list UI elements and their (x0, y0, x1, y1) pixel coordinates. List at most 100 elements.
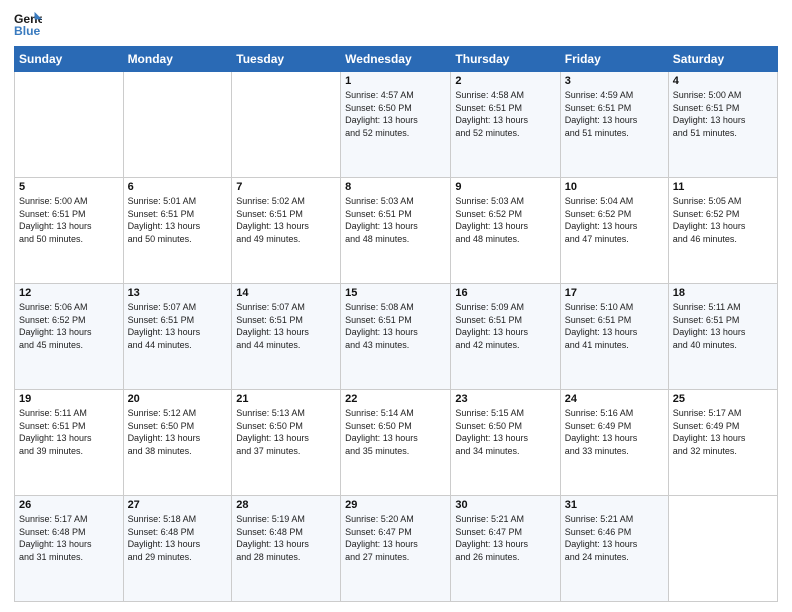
day-cell (668, 496, 777, 602)
day-info: Sunrise: 5:15 AM Sunset: 6:50 PM Dayligh… (455, 407, 555, 457)
day-info: Sunrise: 5:14 AM Sunset: 6:50 PM Dayligh… (345, 407, 446, 457)
day-cell: 27 Sunrise: 5:18 AM Sunset: 6:48 PM Dayli… (123, 496, 232, 602)
day-info: Sunrise: 5:17 AM Sunset: 6:49 PM Dayligh… (673, 407, 773, 457)
day-info: Sunrise: 5:06 AM Sunset: 6:52 PM Dayligh… (19, 301, 119, 351)
day-info: Sunrise: 4:59 AM Sunset: 6:51 PM Dayligh… (565, 89, 664, 139)
weekday-header-thursday: Thursday (451, 47, 560, 72)
weekday-header-saturday: Saturday (668, 47, 777, 72)
day-info: Sunrise: 5:16 AM Sunset: 6:49 PM Dayligh… (565, 407, 664, 457)
day-number: 26 (19, 499, 119, 511)
day-number: 15 (345, 287, 446, 299)
weekday-header-friday: Friday (560, 47, 668, 72)
logo-icon: General Blue (14, 10, 42, 38)
day-cell: 11 Sunrise: 5:05 AM Sunset: 6:52 PM Dayli… (668, 178, 777, 284)
day-info: Sunrise: 5:05 AM Sunset: 6:52 PM Dayligh… (673, 195, 773, 245)
day-info: Sunrise: 4:58 AM Sunset: 6:51 PM Dayligh… (455, 89, 555, 139)
day-cell: 31Sunrise: 5:21 AM Sunset: 6:46 PM Dayli… (560, 496, 668, 602)
day-info: Sunrise: 5:21 AM Sunset: 6:47 PM Dayligh… (455, 513, 555, 563)
day-number: 18 (673, 287, 773, 299)
day-cell: 5Sunrise: 5:00 AM Sunset: 6:51 PM Daylig… (15, 178, 124, 284)
day-number: 21 (236, 393, 336, 405)
day-cell: 4 Sunrise: 5:00 AM Sunset: 6:51 PM Daylig… (668, 72, 777, 178)
weekday-header-monday: Monday (123, 47, 232, 72)
day-cell (232, 72, 341, 178)
day-cell: 17 Sunrise: 5:10 AM Sunset: 6:51 PM Dayli… (560, 284, 668, 390)
day-cell: 24 Sunrise: 5:16 AM Sunset: 6:49 PM Dayli… (560, 390, 668, 496)
day-number: 25 (673, 393, 773, 405)
day-cell: 29 Sunrise: 5:20 AM Sunset: 6:47 PM Dayli… (341, 496, 451, 602)
day-cell: 2 Sunrise: 4:58 AM Sunset: 6:51 PM Daylig… (451, 72, 560, 178)
day-cell: 19Sunrise: 5:11 AM Sunset: 6:51 PM Dayli… (15, 390, 124, 496)
day-info: Sunrise: 5:12 AM Sunset: 6:50 PM Dayligh… (128, 407, 228, 457)
week-row-5: 26Sunrise: 5:17 AM Sunset: 6:48 PM Dayli… (15, 496, 778, 602)
week-row-3: 12Sunrise: 5:06 AM Sunset: 6:52 PM Dayli… (15, 284, 778, 390)
day-info: Sunrise: 5:18 AM Sunset: 6:48 PM Dayligh… (128, 513, 228, 563)
day-cell: 25 Sunrise: 5:17 AM Sunset: 6:49 PM Dayli… (668, 390, 777, 496)
day-number: 22 (345, 393, 446, 405)
day-number: 14 (236, 287, 336, 299)
weekday-header-wednesday: Wednesday (341, 47, 451, 72)
day-info: Sunrise: 4:57 AM Sunset: 6:50 PM Dayligh… (345, 89, 446, 139)
day-number: 8 (345, 181, 446, 193)
day-info: Sunrise: 5:04 AM Sunset: 6:52 PM Dayligh… (565, 195, 664, 245)
day-cell: 13 Sunrise: 5:07 AM Sunset: 6:51 PM Dayli… (123, 284, 232, 390)
svg-text:Blue: Blue (14, 24, 41, 38)
day-number: 13 (128, 287, 228, 299)
day-cell: 8 Sunrise: 5:03 AM Sunset: 6:51 PM Daylig… (341, 178, 451, 284)
day-info: Sunrise: 5:08 AM Sunset: 6:51 PM Dayligh… (345, 301, 446, 351)
day-cell: 20 Sunrise: 5:12 AM Sunset: 6:50 PM Dayli… (123, 390, 232, 496)
day-cell (15, 72, 124, 178)
day-number: 17 (565, 287, 664, 299)
day-info: Sunrise: 5:11 AM Sunset: 6:51 PM Dayligh… (673, 301, 773, 351)
day-number: 29 (345, 499, 446, 511)
day-cell: 1 Sunrise: 4:57 AM Sunset: 6:50 PM Daylig… (341, 72, 451, 178)
calendar-table: SundayMondayTuesdayWednesdayThursdayFrid… (14, 46, 778, 602)
day-number: 4 (673, 75, 773, 87)
day-info: Sunrise: 5:00 AM Sunset: 6:51 PM Dayligh… (19, 195, 119, 245)
day-cell: 22 Sunrise: 5:14 AM Sunset: 6:50 PM Dayli… (341, 390, 451, 496)
day-info: Sunrise: 5:01 AM Sunset: 6:51 PM Dayligh… (128, 195, 228, 245)
weekday-header-row: SundayMondayTuesdayWednesdayThursdayFrid… (15, 47, 778, 72)
day-number: 9 (455, 181, 555, 193)
day-info: Sunrise: 5:20 AM Sunset: 6:47 PM Dayligh… (345, 513, 446, 563)
day-cell: 7Sunrise: 5:02 AM Sunset: 6:51 PM Daylig… (232, 178, 341, 284)
day-info: Sunrise: 5:00 AM Sunset: 6:51 PM Dayligh… (673, 89, 773, 139)
day-number: 30 (455, 499, 555, 511)
day-info: Sunrise: 5:21 AM Sunset: 6:46 PM Dayligh… (565, 513, 664, 563)
day-number: 27 (128, 499, 228, 511)
header: General Blue (14, 10, 778, 38)
day-info: Sunrise: 5:03 AM Sunset: 6:52 PM Dayligh… (455, 195, 555, 245)
day-cell: 26Sunrise: 5:17 AM Sunset: 6:48 PM Dayli… (15, 496, 124, 602)
day-number: 24 (565, 393, 664, 405)
day-number: 20 (128, 393, 228, 405)
day-cell: 9 Sunrise: 5:03 AM Sunset: 6:52 PM Daylig… (451, 178, 560, 284)
day-info: Sunrise: 5:19 AM Sunset: 6:48 PM Dayligh… (236, 513, 336, 563)
day-cell: 3 Sunrise: 4:59 AM Sunset: 6:51 PM Daylig… (560, 72, 668, 178)
week-row-2: 5Sunrise: 5:00 AM Sunset: 6:51 PM Daylig… (15, 178, 778, 284)
weekday-header-tuesday: Tuesday (232, 47, 341, 72)
week-row-1: 1 Sunrise: 4:57 AM Sunset: 6:50 PM Daylig… (15, 72, 778, 178)
day-cell: 23Sunrise: 5:15 AM Sunset: 6:50 PM Dayli… (451, 390, 560, 496)
day-cell: 15 Sunrise: 5:08 AM Sunset: 6:51 PM Dayli… (341, 284, 451, 390)
day-number: 2 (455, 75, 555, 87)
day-info: Sunrise: 5:03 AM Sunset: 6:51 PM Dayligh… (345, 195, 446, 245)
day-info: Sunrise: 5:09 AM Sunset: 6:51 PM Dayligh… (455, 301, 555, 351)
day-info: Sunrise: 5:13 AM Sunset: 6:50 PM Dayligh… (236, 407, 336, 457)
day-number: 1 (345, 75, 446, 87)
day-cell: 12Sunrise: 5:06 AM Sunset: 6:52 PM Dayli… (15, 284, 124, 390)
day-info: Sunrise: 5:11 AM Sunset: 6:51 PM Dayligh… (19, 407, 119, 457)
day-info: Sunrise: 5:10 AM Sunset: 6:51 PM Dayligh… (565, 301, 664, 351)
day-info: Sunrise: 5:07 AM Sunset: 6:51 PM Dayligh… (128, 301, 228, 351)
day-cell: 6Sunrise: 5:01 AM Sunset: 6:51 PM Daylig… (123, 178, 232, 284)
day-cell (123, 72, 232, 178)
day-info: Sunrise: 5:07 AM Sunset: 6:51 PM Dayligh… (236, 301, 336, 351)
day-cell: 28Sunrise: 5:19 AM Sunset: 6:48 PM Dayli… (232, 496, 341, 602)
day-number: 11 (673, 181, 773, 193)
day-cell: 10 Sunrise: 5:04 AM Sunset: 6:52 PM Dayli… (560, 178, 668, 284)
day-number: 7 (236, 181, 336, 193)
logo: General Blue (14, 10, 42, 38)
day-number: 10 (565, 181, 664, 193)
day-cell: 14 Sunrise: 5:07 AM Sunset: 6:51 PM Dayli… (232, 284, 341, 390)
day-number: 3 (565, 75, 664, 87)
calendar-page: General Blue SundayMondayTuesdayWednesda… (0, 0, 792, 612)
